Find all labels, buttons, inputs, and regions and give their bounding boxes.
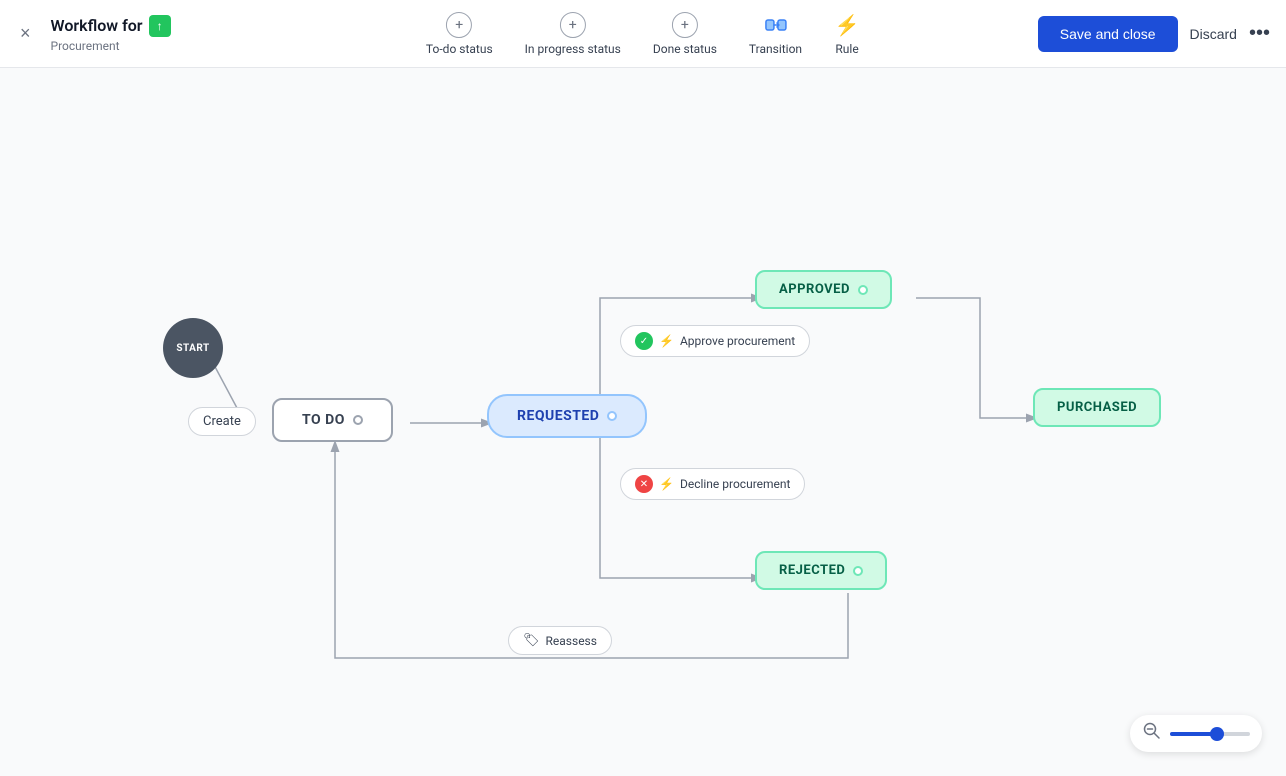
title-line: Workflow for ↑ — [51, 15, 171, 37]
decline-transition[interactable]: ✕ ⚡ Decline procurement — [620, 468, 805, 500]
requested-dot — [607, 411, 617, 421]
bolt-icon: ⚡ — [834, 12, 860, 38]
more-button[interactable]: ••• — [1249, 22, 1270, 45]
approve-green-icon: ✓ — [635, 332, 653, 350]
approve-label: ✓ ⚡ Approve procurement — [620, 325, 810, 357]
todo-plus-icon: + — [446, 12, 472, 38]
create-transition[interactable]: Create — [188, 407, 256, 436]
toolbar-todo-status[interactable]: + To-do status — [426, 12, 493, 56]
subtitle: Procurement — [51, 39, 171, 53]
title-block: Workflow for ↑ Procurement — [51, 15, 171, 53]
reassess-transition[interactable]: 🏷 Reassess — [508, 626, 612, 655]
approved-dot — [858, 285, 868, 295]
start-label: START — [163, 318, 223, 378]
todo-node[interactable]: TO DO — [272, 398, 393, 442]
decline-red-icon: ✕ — [635, 475, 653, 493]
discard-button[interactable]: Discard — [1190, 26, 1237, 42]
toolbar-transition-label: Transition — [749, 42, 802, 56]
rejected-dot — [853, 566, 863, 576]
done-plus-icon: + — [672, 12, 698, 38]
zoom-icon — [1142, 721, 1162, 746]
decline-label: ✕ ⚡ Decline procurement — [620, 468, 805, 500]
rejected-label: REJECTED — [755, 551, 887, 590]
requested-label: REQUESTED — [487, 394, 647, 438]
toolbar-done-label: Done status — [653, 42, 717, 56]
zoom-slider[interactable] — [1170, 732, 1250, 736]
save-button[interactable]: Save and close — [1038, 16, 1178, 52]
flag-icon: 🏷 — [523, 633, 540, 648]
workflow-canvas[interactable]: START Create TO DO REQUESTED ✓ ⚡ Approve… — [0, 68, 1286, 776]
toolbar: + To-do status + In progress status + Do… — [426, 12, 860, 56]
title-text: Workflow for — [51, 16, 143, 35]
approve-transition[interactable]: ✓ ⚡ Approve procurement — [620, 325, 810, 357]
toolbar-inprogress-status[interactable]: + In progress status — [525, 12, 621, 56]
toolbar-inprogress-label: In progress status — [525, 42, 621, 56]
purchased-node[interactable]: PURCHASED — [1033, 388, 1161, 427]
close-button[interactable]: × — [16, 19, 35, 48]
todo-dot — [353, 415, 363, 425]
start-node[interactable]: START — [163, 318, 223, 378]
purchased-label: PURCHASED — [1033, 388, 1161, 427]
toolbar-todo-label: To-do status — [426, 42, 493, 56]
toolbar-rule[interactable]: ⚡ Rule — [834, 12, 860, 56]
zoom-controls — [1130, 715, 1262, 752]
reassess-label: 🏷 Reassess — [508, 626, 612, 655]
transition-icon — [762, 12, 788, 38]
rejected-node[interactable]: REJECTED — [755, 551, 887, 590]
decline-bolt-icon: ⚡ — [659, 477, 674, 491]
title-icon: ↑ — [149, 15, 171, 37]
todo-label: TO DO — [272, 398, 393, 442]
approve-bolt-icon: ⚡ — [659, 334, 674, 348]
toolbar-transition[interactable]: Transition — [749, 12, 802, 56]
toolbar-rule-label: Rule — [835, 42, 858, 56]
header: × Workflow for ↑ Procurement + To-do sta… — [0, 0, 1286, 68]
header-right: Save and close Discard ••• — [1038, 16, 1270, 52]
approved-label: APPROVED — [755, 270, 892, 309]
create-label: Create — [188, 407, 256, 436]
inprogress-plus-icon: + — [560, 12, 586, 38]
approved-node[interactable]: APPROVED — [755, 270, 892, 309]
toolbar-done-status[interactable]: + Done status — [653, 12, 717, 56]
requested-node[interactable]: REQUESTED — [487, 394, 647, 438]
